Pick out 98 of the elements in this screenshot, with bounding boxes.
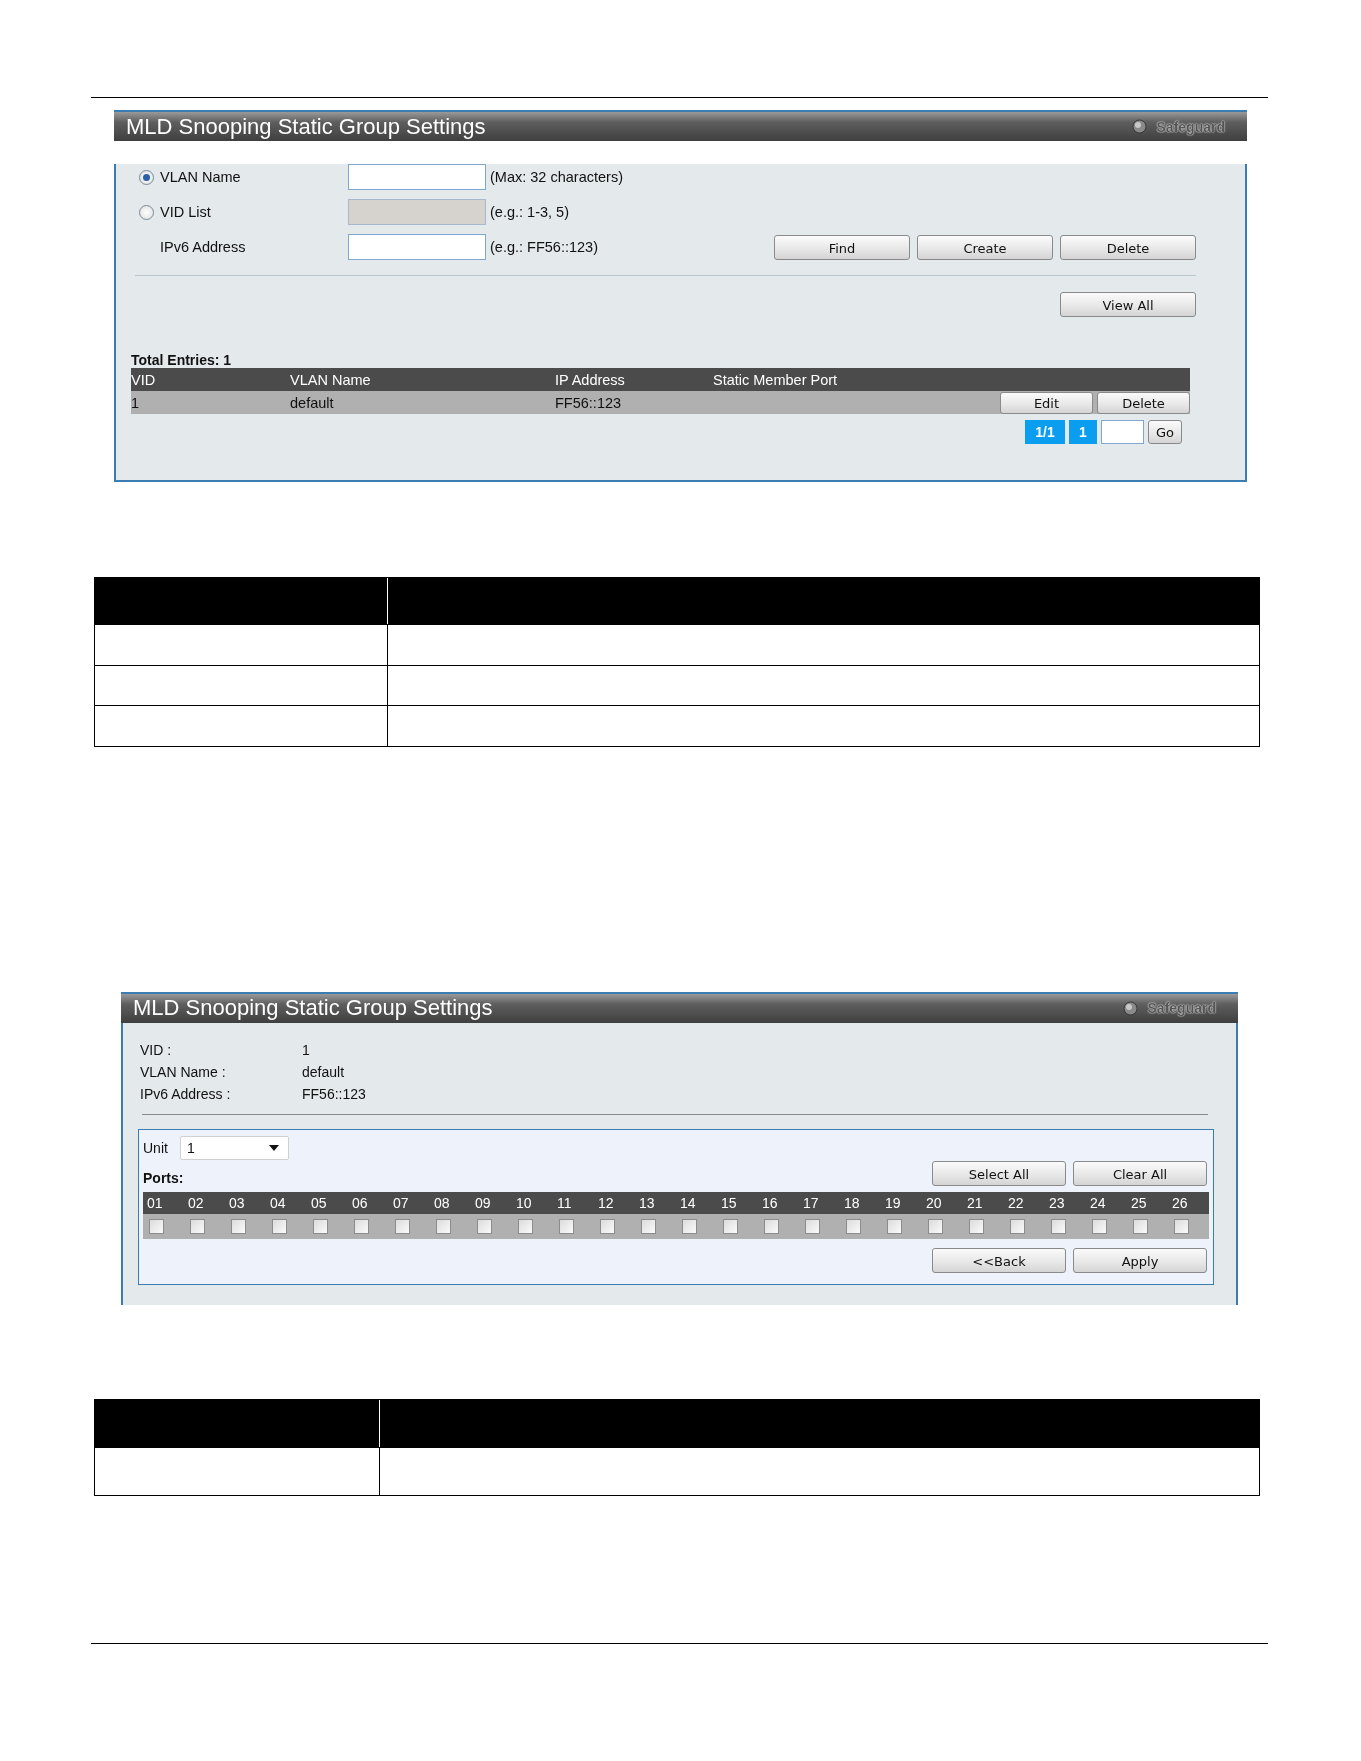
port-checkbox[interactable] (1133, 1218, 1148, 1234)
port-checkbox[interactable] (1051, 1218, 1066, 1234)
port-checkbox[interactable] (518, 1218, 533, 1234)
page-count: 1/1 (1025, 420, 1065, 444)
info-value: FF56::123 (302, 1085, 367, 1102)
port-checkbox[interactable] (887, 1218, 902, 1234)
row-button[interactable]: Edit (1000, 391, 1093, 414)
port-checkbox[interactable] (928, 1218, 943, 1234)
status-light-icon (1122, 1000, 1138, 1016)
safeguard-label: Safeguard (1147, 1000, 1216, 1016)
action-button[interactable]: Create (917, 234, 1053, 260)
port-number: 13 (638, 1194, 656, 1211)
port-number: 01 (146, 1194, 164, 1211)
port-checkbox[interactable] (559, 1218, 574, 1234)
port-checkbox[interactable] (313, 1218, 328, 1234)
caret-icon (268, 1144, 279, 1151)
port-number: 19 (884, 1194, 902, 1211)
field-hint: (e.g.: 1-3, 5) (490, 204, 569, 220)
port-number: 22 (1007, 1194, 1025, 1211)
port-number: 12 (597, 1194, 615, 1211)
port-number: 07 (392, 1194, 410, 1211)
input-field[interactable] (348, 234, 486, 260)
select-button[interactable]: Select All (932, 1160, 1066, 1186)
row-button[interactable]: Delete (1097, 391, 1190, 414)
port-checkbox[interactable] (641, 1218, 656, 1234)
table-cell-text: 1 (131, 394, 141, 411)
info-label: VID : (140, 1041, 173, 1058)
unit-dropdown[interactable]: 1 (179, 1135, 289, 1160)
port-number: 23 (1048, 1194, 1066, 1211)
info-label: VLAN Name : (140, 1063, 227, 1080)
info-value: 1 (302, 1041, 311, 1058)
port-number: 09 (474, 1194, 492, 1211)
port-number: 26 (1171, 1194, 1189, 1211)
port-checkbox[interactable] (805, 1218, 820, 1234)
port-number: 18 (843, 1194, 861, 1211)
field-label: VLAN Name (160, 169, 241, 185)
port-number: 15 (720, 1194, 738, 1211)
form-button[interactable]: <<Back (932, 1247, 1066, 1273)
page-input[interactable] (1101, 420, 1144, 444)
form-button[interactable]: Apply (1073, 1247, 1207, 1273)
port-checkbox[interactable] (1174, 1218, 1189, 1234)
port-number: 14 (679, 1194, 697, 1211)
port-number: 17 (802, 1194, 820, 1211)
view-all-button[interactable]: View All (1060, 292, 1196, 317)
port-number: 20 (925, 1194, 943, 1211)
field-label: VID List (160, 204, 211, 220)
port-checkbox[interactable] (1092, 1218, 1107, 1234)
port-checkbox[interactable] (149, 1218, 164, 1234)
panel-title: MLD Snooping Static Group Settings (133, 995, 493, 1021)
column-header: IP Address (555, 371, 626, 388)
info-value: default (302, 1063, 346, 1080)
port-checkbox[interactable] (723, 1218, 738, 1234)
status-light-icon (1131, 119, 1147, 134)
port-number: 11 (556, 1194, 573, 1211)
safeguard-label: Safeguard (1156, 118, 1225, 135)
action-button[interactable]: Delete (1060, 234, 1196, 260)
port-checkbox[interactable] (1010, 1218, 1025, 1234)
port-number: 08 (433, 1194, 451, 1211)
select-button[interactable]: Clear All (1073, 1160, 1207, 1186)
column-header: VLAN Name (290, 371, 372, 388)
port-checkbox[interactable] (436, 1218, 451, 1234)
field-label: IPv6 Address (160, 239, 246, 255)
field-hint: (Max: 32 characters) (490, 169, 623, 185)
field-hint: (e.g.: FF56::123) (490, 239, 598, 255)
port-checkbox[interactable] (682, 1218, 697, 1234)
table-cell-text: default (290, 394, 335, 411)
port-number: 05 (310, 1194, 328, 1211)
port-number: 25 (1130, 1194, 1148, 1211)
port-number: 04 (269, 1194, 287, 1211)
port-checkbox[interactable] (600, 1218, 615, 1234)
port-checkbox[interactable] (969, 1218, 984, 1234)
port-checkbox[interactable] (231, 1218, 246, 1234)
port-number: 10 (515, 1194, 533, 1211)
panel-title: MLD Snooping Static Group Settings (126, 113, 486, 140)
port-checkbox[interactable] (272, 1218, 287, 1234)
port-number: 03 (228, 1194, 246, 1211)
port-number: 06 (351, 1194, 369, 1211)
table-cell-text: FF56::123 (555, 394, 623, 411)
port-number: 21 (966, 1194, 984, 1211)
port-checkbox[interactable] (764, 1218, 779, 1234)
input-field[interactable] (348, 164, 486, 190)
unit-label: Unit (143, 1139, 168, 1156)
column-header: VID (131, 371, 157, 388)
port-number: 24 (1089, 1194, 1107, 1211)
go-button[interactable]: Go (1148, 420, 1182, 444)
port-number: 16 (761, 1194, 779, 1211)
column-header: Static Member Port (713, 371, 839, 388)
port-checkbox[interactable] (190, 1218, 205, 1234)
port-number: 02 (187, 1194, 205, 1211)
action-button[interactable]: Find (774, 234, 910, 260)
total-entries: Total Entries: 1 (131, 352, 233, 368)
ports-label: Ports: (143, 1169, 184, 1186)
port-checkbox[interactable] (395, 1218, 410, 1234)
port-checkbox[interactable] (354, 1218, 369, 1234)
port-checkbox[interactable] (477, 1218, 492, 1234)
port-checkbox[interactable] (846, 1218, 861, 1234)
radio-button[interactable] (139, 169, 154, 185)
info-label: IPv6 Address : (140, 1085, 232, 1102)
